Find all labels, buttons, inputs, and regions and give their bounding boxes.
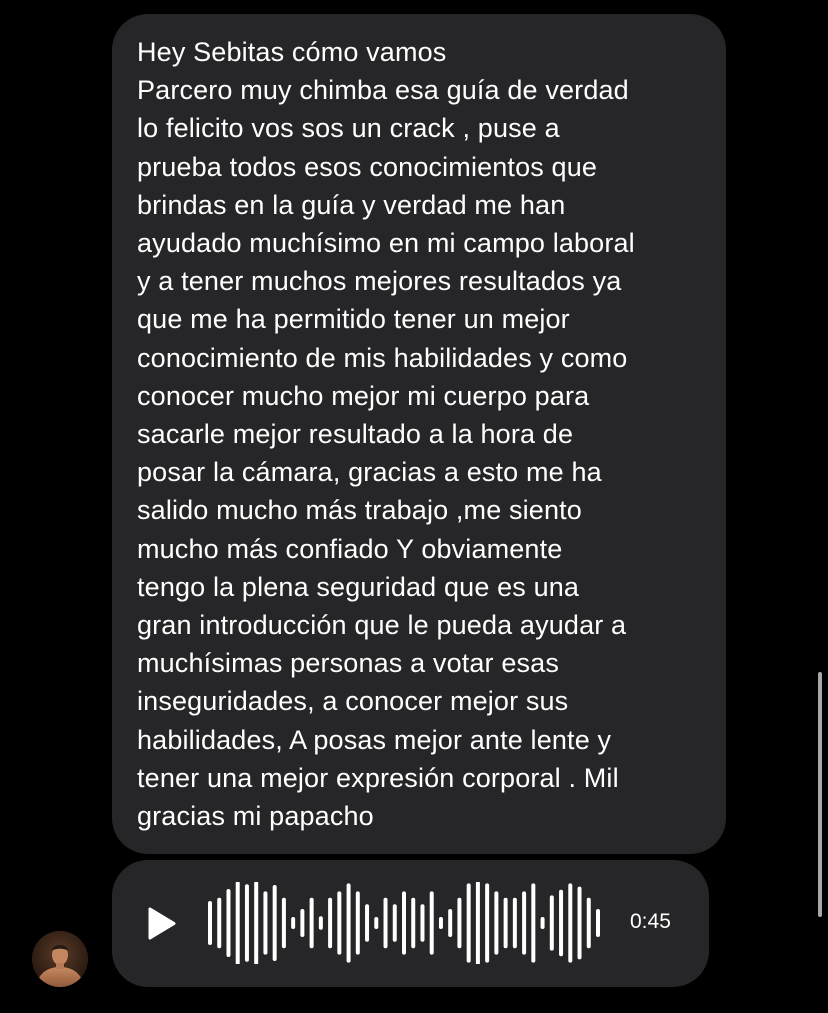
- message-text: Hey Sebitas cómo vamos Parcero muy chimb…: [137, 37, 635, 832]
- voice-duration: 0:45: [630, 910, 671, 933]
- voice-waveform[interactable]: [206, 882, 602, 964]
- avatar[interactable]: [32, 931, 88, 987]
- play-icon[interactable]: [148, 907, 176, 940]
- avatar-photo-icon: [32, 931, 88, 987]
- message-bubble[interactable]: Hey Sebitas cómo vamos Parcero muy chimb…: [112, 14, 726, 854]
- scrollbar[interactable]: [818, 672, 822, 917]
